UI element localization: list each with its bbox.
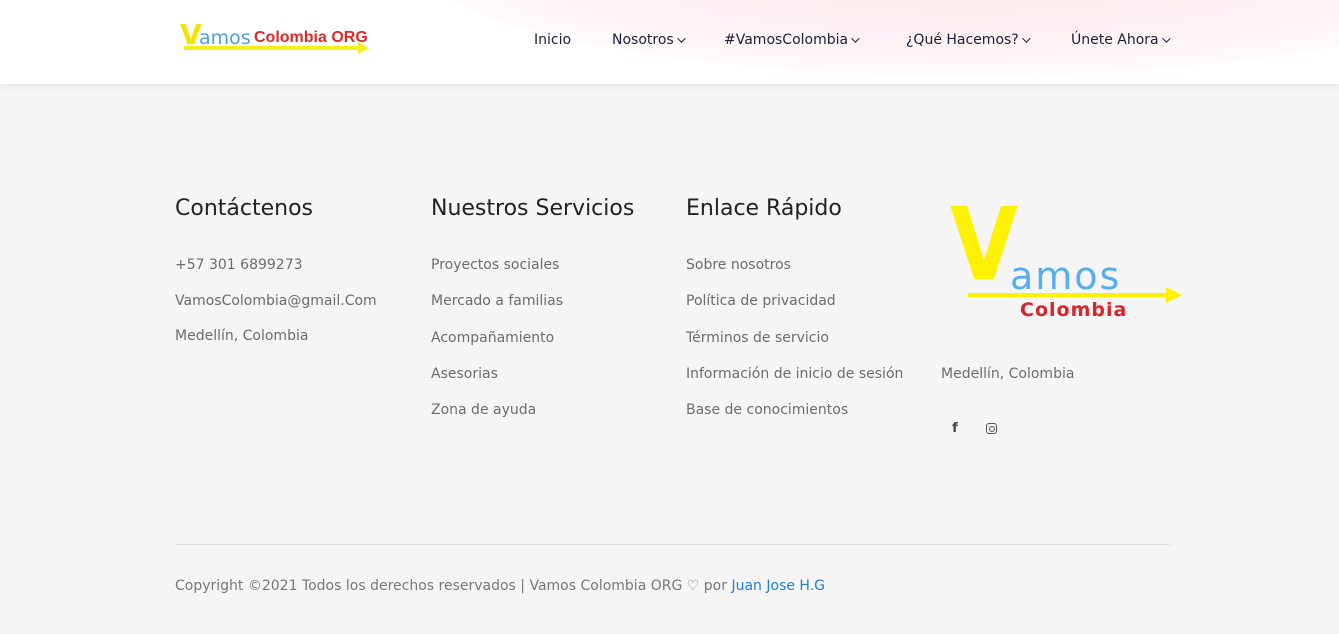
instagram-glyph bbox=[985, 422, 997, 434]
nav-item-label: ¿Qué Hacemos? bbox=[906, 32, 1019, 48]
nav-item-vamoscolombia[interactable]: #VamosColombia bbox=[724, 28, 860, 52]
quick-link[interactable]: Base de conocimientos bbox=[686, 400, 903, 420]
footer-brand-logo: V amos Colombia bbox=[950, 190, 1186, 327]
nav-item-unete-ahora[interactable]: Únete Ahora bbox=[1071, 28, 1171, 52]
footer-quick-links-column: Enlace Rápido Sobre nosotros Política de… bbox=[686, 193, 903, 436]
nav-item-label: Nosotros bbox=[612, 32, 674, 48]
contact-address: Medellín, Colombia bbox=[175, 328, 309, 344]
brand-letter-v: V bbox=[950, 186, 1019, 303]
chevron-down-icon bbox=[1161, 34, 1171, 43]
facebook-icon[interactable]: f bbox=[945, 418, 965, 438]
chevron-down-icon bbox=[851, 34, 860, 43]
contact-email[interactable]: VamosColombia@gmail.Com bbox=[175, 291, 377, 311]
nav-item-nosotros[interactable]: Nosotros bbox=[612, 28, 686, 52]
footer-services-column: Nuestros Servicios Proyectos sociales Me… bbox=[431, 193, 634, 436]
services-link[interactable]: Acompañamiento bbox=[431, 328, 634, 348]
footer-divider bbox=[175, 544, 1170, 545]
nav-item-label: Únete Ahora bbox=[1071, 32, 1159, 48]
services-link[interactable]: Mercado a familias bbox=[431, 291, 634, 311]
site-header: V amos Colombia ORG Inicio Nosotros #Vam… bbox=[0, 0, 1339, 84]
quick-links-list: Sobre nosotros Política de privacidad Té… bbox=[686, 255, 903, 420]
brand-city: Medellín, Colombia bbox=[941, 366, 1075, 382]
contact-list: +57 301 6899273 VamosColombia@gmail.Com … bbox=[175, 255, 377, 346]
brand-word-amos: amos bbox=[1010, 254, 1122, 298]
services-link[interactable]: Asesorias bbox=[431, 364, 634, 384]
chevron-down-icon bbox=[1021, 34, 1031, 43]
chevron-down-icon bbox=[676, 34, 686, 43]
quick-links-heading: Enlace Rápido bbox=[686, 196, 842, 221]
quick-link[interactable]: Sobre nosotros bbox=[686, 255, 903, 275]
quick-link[interactable]: Política de privacidad bbox=[686, 291, 903, 311]
copyright-by: por bbox=[703, 578, 728, 594]
author-link[interactable]: Juan Jose H.G bbox=[731, 578, 825, 594]
main-nav: Inicio Nosotros #VamosColombia ¿Qué Hace… bbox=[0, 28, 1339, 52]
copyright-text: Copyright ©2021 Todos los derechos reser… bbox=[175, 578, 683, 594]
nav-item-label: #VamosColombia bbox=[724, 32, 849, 48]
brand-arrow-head-icon bbox=[1166, 287, 1182, 303]
instagram-icon[interactable] bbox=[981, 418, 1001, 438]
footer-contact-column: Contáctenos +57 301 6899273 VamosColombi… bbox=[175, 193, 377, 362]
heart-icon: ♡ bbox=[686, 578, 700, 594]
brand-word-colombia: Colombia bbox=[1020, 299, 1128, 321]
quick-link[interactable]: Información de inicio de sesión bbox=[686, 364, 903, 384]
services-heading: Nuestros Servicios bbox=[431, 196, 635, 221]
nav-item-que-hacemos[interactable]: ¿Qué Hacemos? bbox=[906, 28, 1031, 52]
services-link[interactable]: Proyectos sociales bbox=[431, 255, 634, 275]
services-list: Proyectos sociales Mercado a familias Ac… bbox=[431, 255, 634, 420]
services-link[interactable]: Zona de ayuda bbox=[431, 400, 634, 420]
contact-phone[interactable]: +57 301 6899273 bbox=[175, 255, 377, 275]
nav-item-inicio[interactable]: Inicio bbox=[534, 28, 571, 52]
copyright-bar: Copyright ©2021 Todos los derechos reser… bbox=[175, 576, 825, 596]
nav-item-label: Inicio bbox=[534, 32, 572, 48]
quick-link[interactable]: Términos de servicio bbox=[686, 328, 903, 348]
contact-heading: Contáctenos bbox=[175, 196, 313, 221]
